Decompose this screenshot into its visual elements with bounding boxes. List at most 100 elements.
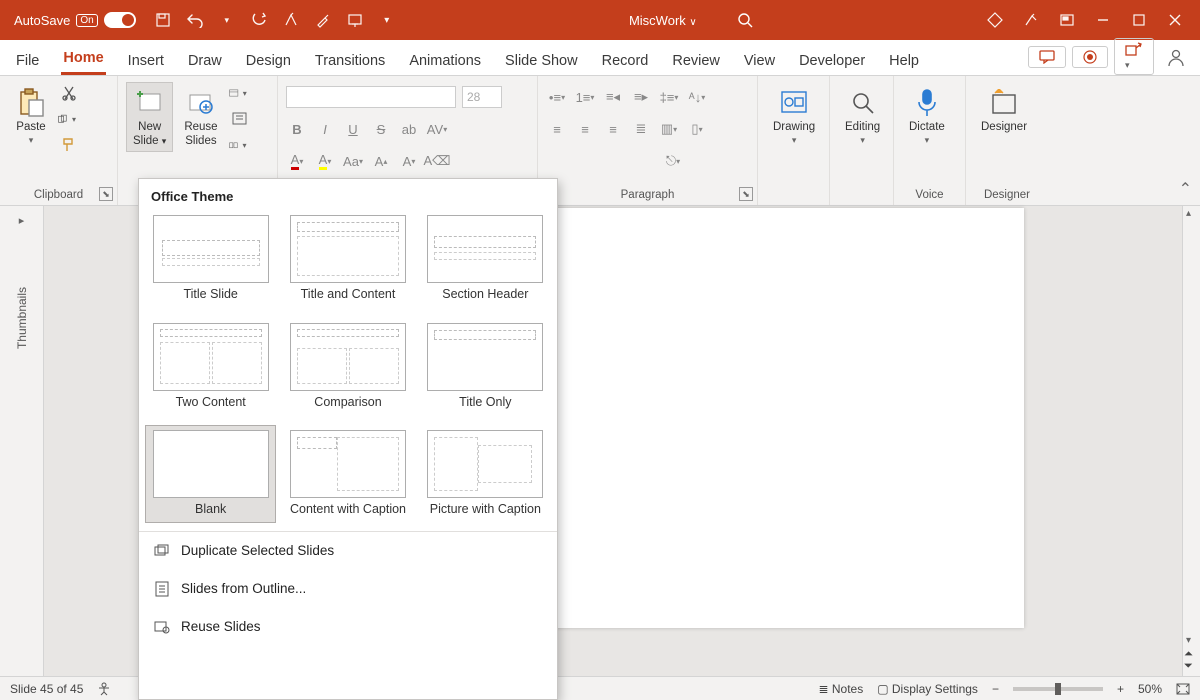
reset-icon[interactable] [229,108,251,130]
tab-help[interactable]: Help [887,47,921,75]
indent-dec-icon[interactable]: ≡◂ [602,86,624,108]
grow-font-icon[interactable]: A▴ [370,150,392,172]
diamond-icon[interactable] [986,11,1004,29]
font-name-input[interactable] [286,86,456,108]
share-button[interactable]: ▾ [1114,38,1154,75]
layout-section-header[interactable]: Section Header [420,210,551,308]
close-icon[interactable] [1166,11,1184,29]
record-button[interactable] [1072,46,1108,68]
notes-button[interactable]: ≣ Notes [818,682,863,696]
layout-title-only[interactable]: Title Only [420,318,551,416]
chevron-right-icon[interactable]: ▸ [19,214,25,227]
zoom-out-icon[interactable]: − [992,682,999,696]
slide-nav-icons[interactable]: ⏶⏷ [1184,648,1193,672]
layout-icon[interactable]: ▾ [229,82,251,104]
smartart-icon[interactable]: ⎋▾ [662,150,684,172]
layout-title-slide[interactable]: Title Slide [145,210,276,308]
designer-button[interactable]: Designer [974,82,1034,138]
layout-picture-caption[interactable]: Picture with Caption [420,425,551,523]
maximize-icon[interactable] [1130,11,1148,29]
new-slide-button[interactable]: New Slide ▾ [126,82,173,152]
reuse-slides-item[interactable]: Reuse Slides [139,608,557,646]
underline-icon[interactable]: U [342,118,364,140]
fit-to-window-icon[interactable] [1176,683,1190,695]
align-left-icon[interactable]: ≡ [546,118,568,140]
coming-soon-icon[interactable] [1022,11,1040,29]
layout-title-content[interactable]: Title and Content [282,210,413,308]
drawing-button[interactable]: Drawing ▾ [766,82,822,151]
touch-mode-icon[interactable] [282,11,300,29]
bullets-icon[interactable]: •≡▾ [546,86,568,108]
layout-two-content[interactable]: Two Content [145,318,276,416]
char-spacing-icon[interactable]: AV▾ [426,118,448,140]
editing-button[interactable]: Editing ▾ [838,82,887,151]
vertical-scrollbar[interactable]: ▴ ▾ ⏶⏷ [1182,206,1200,676]
ribbon-display-icon[interactable] [1058,11,1076,29]
tab-transitions[interactable]: Transitions [313,47,387,75]
collapse-ribbon-icon[interactable]: ⌃ [1179,179,1192,199]
minimize-icon[interactable] [1094,11,1112,29]
save-icon[interactable] [154,11,172,29]
align-text-icon[interactable]: ▯▾ [686,118,708,140]
layout-content-caption[interactable]: Content with Caption [282,425,413,523]
account-icon[interactable] [1166,47,1186,67]
cut-icon[interactable] [58,82,80,104]
shrink-font-icon[interactable]: A▾ [398,150,420,172]
layout-comparison[interactable]: Comparison [282,318,413,416]
qat-dropdown-icon[interactable]: ▾ [378,11,396,29]
slides-from-outline-item[interactable]: Slides from Outline... [139,570,557,608]
slide-counter[interactable]: Slide 45 of 45 [10,682,83,696]
clear-format-icon[interactable]: A⌫ [426,150,448,172]
copy-icon[interactable]: ▾ [58,108,80,130]
tab-developer[interactable]: Developer [797,47,867,75]
clipboard-launcher-icon[interactable]: ⬊ [99,187,113,201]
layout-blank[interactable]: Blank [145,425,276,523]
shadow-icon[interactable]: ab [398,118,420,140]
line-spacing-icon[interactable]: ‡≡▾ [658,86,680,108]
dictate-button[interactable]: Dictate ▾ [902,82,952,151]
numbering-icon[interactable]: 1≡▾ [574,86,596,108]
format-painter-icon[interactable] [58,134,80,156]
highlight-icon[interactable]: A▾ [314,150,336,172]
tab-slideshow[interactable]: Slide Show [503,47,580,75]
paragraph-launcher-icon[interactable]: ⬊ [739,187,753,201]
redo-icon[interactable] [250,11,268,29]
display-settings-button[interactable]: ▢ Display Settings [877,682,978,696]
reuse-slides-button[interactable]: Reuse Slides [177,82,224,152]
zoom-slider[interactable] [1013,687,1103,691]
autosave-toggle[interactable]: AutoSave On [14,12,136,28]
tab-view[interactable]: View [742,47,777,75]
tab-draw[interactable]: Draw [186,47,224,75]
scroll-up-icon[interactable]: ▴ [1186,208,1191,219]
zoom-level[interactable]: 50% [1138,682,1162,696]
indent-inc-icon[interactable]: ≡▸ [630,86,652,108]
align-center-icon[interactable]: ≡ [574,118,596,140]
accessibility-icon[interactable] [97,682,111,696]
font-color-icon[interactable]: A▾ [286,150,308,172]
tab-home[interactable]: Home [61,44,105,75]
align-right-icon[interactable]: ≡ [602,118,624,140]
columns-icon[interactable]: ▥▾ [658,118,680,140]
bold-icon[interactable]: B [286,118,308,140]
tab-animations[interactable]: Animations [407,47,483,75]
strike-icon[interactable]: S [370,118,392,140]
tab-record[interactable]: Record [600,47,651,75]
eyedropper-icon[interactable] [314,11,332,29]
thumbnail-pane[interactable]: ▸ Thumbnails [0,206,44,676]
tab-file[interactable]: File [14,47,41,75]
paste-button[interactable]: Paste ▾ [8,82,54,151]
undo-icon[interactable] [186,11,204,29]
section-icon[interactable]: ▾ [229,134,251,156]
tab-design[interactable]: Design [244,47,293,75]
change-case-icon[interactable]: Aa▾ [342,150,364,172]
justify-icon[interactable]: ≣ [630,118,652,140]
zoom-in-icon[interactable]: + [1117,682,1124,696]
tab-insert[interactable]: Insert [126,47,166,75]
from-beginning-icon[interactable] [346,11,364,29]
undo-dropdown-icon[interactable]: ▾ [218,11,236,29]
comments-button[interactable] [1028,46,1066,68]
tab-review[interactable]: Review [670,47,722,75]
duplicate-slides-item[interactable]: Duplicate Selected Slides [139,532,557,570]
font-size-input[interactable]: 28 [462,86,502,108]
italic-icon[interactable]: I [314,118,336,140]
